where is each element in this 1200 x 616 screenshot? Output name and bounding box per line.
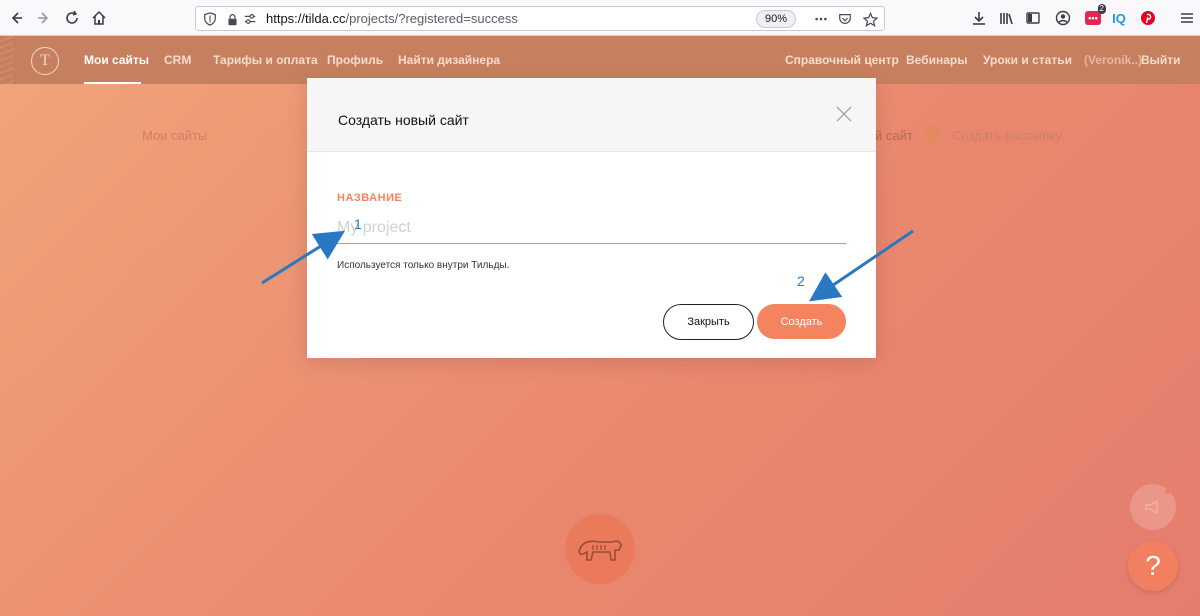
close-button[interactable]: Закрыть (663, 304, 754, 340)
close-icon[interactable] (836, 106, 852, 122)
tilda-cat-mascot-icon (565, 514, 635, 584)
home-icon[interactable] (88, 7, 110, 29)
nav-profile[interactable]: Профиль (327, 53, 383, 67)
address-bar[interactable]: https://tilda.cc/projects/?registered=su… (195, 6, 885, 31)
active-tab-underline (84, 82, 141, 84)
pinterest-icon[interactable] (1137, 7, 1159, 29)
extension-badge-count: 2 (1097, 4, 1106, 14)
create-site-modal: Создать новый сайт НАЗВАНИЕ Используется… (307, 78, 876, 358)
nav-webinars[interactable]: Вебинары (906, 53, 967, 67)
newsletter-plus-icon[interactable] (924, 125, 942, 143)
name-field-hint: Используется только внутри Тильды. (337, 260, 510, 271)
modal-title: Создать новый сайт (338, 112, 469, 128)
annotation-number-1: 1 (354, 216, 362, 232)
nav-user-name[interactable]: (Veronik..) (1084, 53, 1142, 67)
browser-toolbar: https://tilda.cc/projects/?registered=su… (0, 0, 1200, 36)
url-path: /projects/?registered=success (345, 11, 518, 26)
iq-extension-icon[interactable]: IQ (1108, 7, 1130, 29)
library-icon[interactable] (995, 7, 1017, 29)
subnav-my-sites[interactable]: Мои сайты (142, 128, 207, 143)
site-name-input[interactable] (337, 212, 846, 244)
name-field-label: НАЗВАНИЕ (337, 192, 403, 204)
extension-red-icon[interactable]: ••• 2 (1082, 4, 1106, 29)
subnav-create-newsletter[interactable]: Создать рассылку (952, 128, 1062, 143)
shield-icon[interactable] (202, 11, 218, 27)
nav-lessons[interactable]: Уроки и статьи (983, 53, 1072, 67)
zoom-level-badge[interactable]: 90% (756, 10, 797, 28)
lock-icon[interactable] (224, 11, 240, 27)
nav-crm[interactable]: CRM (164, 53, 191, 67)
forward-icon[interactable] (33, 7, 55, 29)
nav-my-sites[interactable]: Мои сайты (84, 53, 149, 67)
url-text[interactable]: https://tilda.cc/projects/?registered=su… (266, 11, 518, 26)
announcements-dot (1165, 488, 1171, 494)
nav-find-designer[interactable]: Найти дизайнера (398, 53, 500, 67)
sidebar-icon[interactable] (1022, 7, 1044, 29)
top-navigation: T Мои сайты CRM Тарифы и оплата Профиль … (0, 36, 1200, 84)
subnav-create-site[interactable]: й сайт (875, 128, 913, 143)
permissions-icon[interactable] (242, 11, 258, 27)
iq-extension-label: IQ (1112, 10, 1126, 26)
nav-logout[interactable]: Выйти (1141, 53, 1181, 67)
pocket-icon[interactable] (837, 11, 853, 27)
menu-icon[interactable] (1176, 7, 1198, 29)
account-icon[interactable] (1052, 7, 1074, 29)
nav-tariffs[interactable]: Тарифы и оплата (213, 53, 318, 67)
annotation-number-2: 2 (797, 273, 805, 289)
reload-icon[interactable] (61, 7, 83, 29)
bookmark-star-icon[interactable] (862, 11, 878, 27)
downloads-icon[interactable] (968, 7, 990, 29)
decorative-strip (0, 36, 14, 84)
create-button[interactable]: Создать (757, 304, 846, 339)
help-button[interactable]: ? (1128, 541, 1178, 591)
tilda-dashboard: T Мои сайты CRM Тарифы и оплата Профиль … (0, 36, 1200, 616)
modal-header: Создать новый сайт (307, 78, 876, 152)
url-host: https://tilda.cc (266, 11, 346, 26)
back-icon[interactable] (5, 7, 27, 29)
nav-help-center[interactable]: Справочный центр (785, 53, 899, 67)
page-actions-icon[interactable] (813, 11, 829, 27)
tilda-logo-icon[interactable]: T (31, 47, 59, 75)
